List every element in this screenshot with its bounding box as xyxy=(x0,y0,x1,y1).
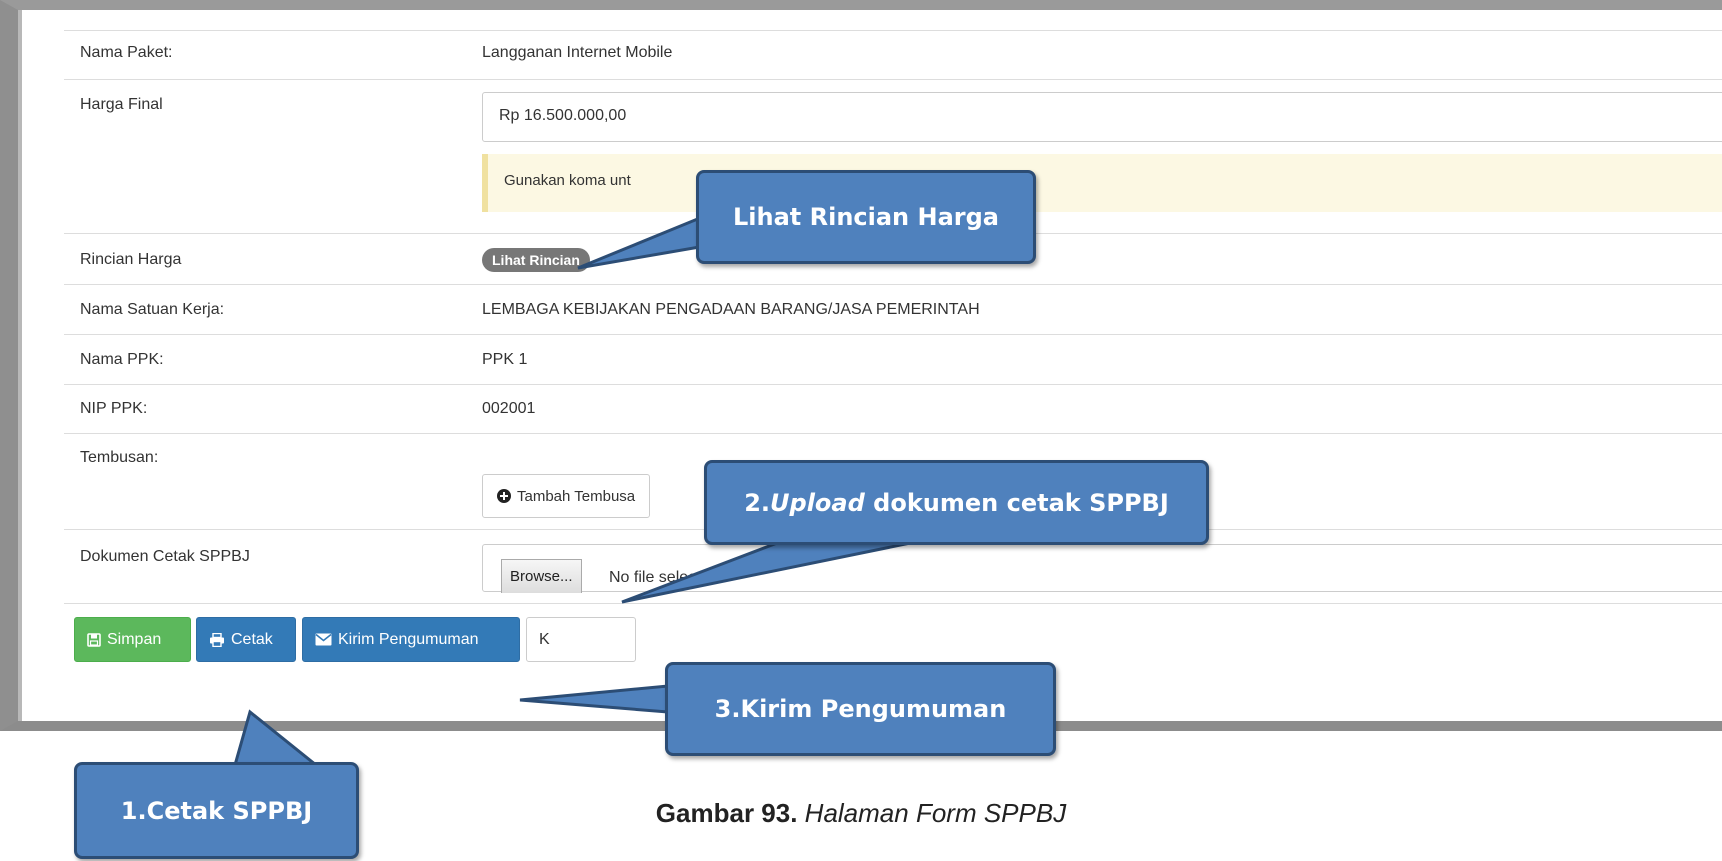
sppbj-form: Nama Paket: Langganan Internet Mobile Ha… xyxy=(64,30,1722,731)
caption-number: Gambar 93. xyxy=(655,798,798,828)
nama-paket-value: Langganan Internet Mobile xyxy=(482,44,673,61)
callout-upload-dokumen: 2. Upload dokumen cetak SPPBJ xyxy=(704,460,1209,545)
browse-button[interactable]: Browse... xyxy=(501,559,582,593)
cetak-label: Cetak xyxy=(231,630,273,648)
satuan-kerja-label: Nama Satuan Kerja: xyxy=(80,301,225,318)
simpan-label: Simpan xyxy=(107,630,162,648)
plus-circle-icon xyxy=(497,489,511,503)
dokumen-file-input[interactable]: Browse... No file selected. xyxy=(482,544,1722,593)
screenshot-frame: Nama Paket: Langganan Internet Mobile Ha… xyxy=(0,0,1722,731)
row-satuan-kerja: Nama Satuan Kerja: LEMBAGA KEBIJAKAN PEN… xyxy=(64,284,1722,334)
envelope-icon xyxy=(315,633,332,646)
callout-upload-prefix: 2. xyxy=(744,488,771,517)
harga-hint-text: Gunakan koma unt xyxy=(504,172,631,189)
harga-final-input[interactable]: Rp 16.500.000,00 xyxy=(482,92,1722,142)
kembali-label: K xyxy=(539,630,550,648)
tambah-tembusan-label: Tambah Tembusa xyxy=(517,487,636,505)
callout-kirim-text: 3.Kirim Pengumuman xyxy=(714,695,1007,723)
tambah-tembusan-button[interactable]: Tambah Tembusa xyxy=(482,474,651,518)
kirim-pengumuman-label: Kirim Pengumuman xyxy=(338,630,479,648)
nama-ppk-label: Nama PPK: xyxy=(80,351,164,368)
no-file-text: No file selected. xyxy=(609,569,723,586)
callout-upload-italic: Upload xyxy=(770,488,865,517)
harga-hint-alert: Gunakan koma unt xyxy=(482,154,1722,212)
nip-ppk-label: NIP PPK: xyxy=(80,400,148,417)
callout-lihat-rincian: Lihat Rincian Harga xyxy=(696,170,1036,264)
kembali-button[interactable]: K xyxy=(526,617,636,662)
nip-ppk-value: 002001 xyxy=(482,400,536,417)
figure-caption: Gambar 93. Halaman Form SPPBJ xyxy=(0,798,1722,829)
kirim-pengumuman-button[interactable]: Kirim Pengumuman xyxy=(302,617,520,662)
satuan-kerja-value: LEMBAGA KEBIJAKAN PENGADAAN BARANG/JASA … xyxy=(482,301,980,318)
callout-lihat-rincian-text: Lihat Rincian Harga xyxy=(732,203,999,231)
nama-ppk-value: PPK 1 xyxy=(482,351,528,368)
harga-final-label: Harga Final xyxy=(80,96,163,113)
row-nama-paket: Nama Paket: Langganan Internet Mobile xyxy=(64,30,1722,79)
row-nama-ppk: Nama PPK: PPK 1 xyxy=(64,334,1722,384)
tembusan-label: Tembusan: xyxy=(80,449,159,466)
row-nip-ppk: NIP PPK: 002001 xyxy=(64,384,1722,433)
save-icon xyxy=(87,632,101,647)
rincian-harga-label: Rincian Harga xyxy=(80,251,182,268)
lihat-rincian-badge[interactable]: Lihat Rincian xyxy=(482,248,590,272)
cetak-button[interactable]: Cetak xyxy=(196,617,296,662)
caption-text: Halaman Form SPPBJ xyxy=(804,798,1067,828)
dokumen-cetak-label: Dokumen Cetak SPPBJ xyxy=(80,548,250,565)
nama-paket-label: Nama Paket: xyxy=(80,44,173,61)
callout-upload-rest: dokumen cetak SPPBJ xyxy=(864,488,1169,517)
document-page: Nama Paket: Langganan Internet Mobile Ha… xyxy=(0,0,1722,861)
print-icon xyxy=(210,632,224,647)
simpan-button[interactable]: Simpan xyxy=(74,617,191,662)
callout-kirim-pengumuman: 3.Kirim Pengumuman xyxy=(665,662,1056,756)
